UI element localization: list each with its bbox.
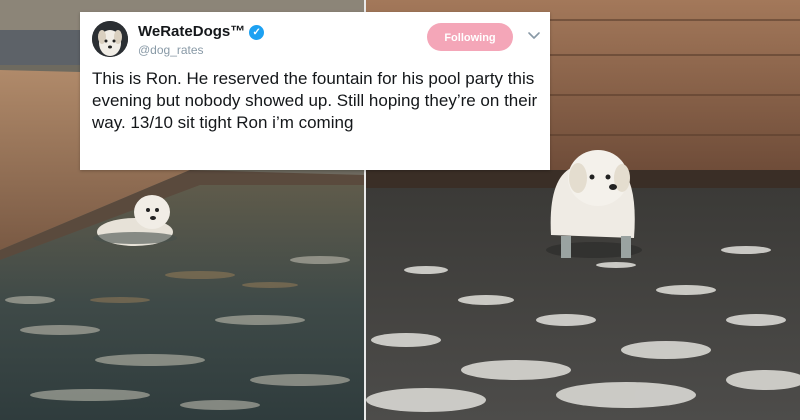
user-display-name[interactable]: WeRateDogs™ ✓ xyxy=(138,23,265,40)
meme-image: WeRateDogs™ ✓ @dog_rates Following This i… xyxy=(0,0,800,420)
chevron-down-icon[interactable] xyxy=(526,27,542,43)
tweet-text: This is Ron. He reserved the fountain fo… xyxy=(92,69,538,132)
avatar[interactable] xyxy=(92,21,128,57)
tweet-card: WeRateDogs™ ✓ @dog_rates Following This i… xyxy=(80,12,550,170)
user-handle[interactable]: @dog_rates xyxy=(138,43,204,57)
verified-badge-icon: ✓ xyxy=(249,24,265,40)
display-name-text: WeRateDogs™ xyxy=(138,23,246,40)
following-button[interactable]: Following xyxy=(427,23,513,51)
